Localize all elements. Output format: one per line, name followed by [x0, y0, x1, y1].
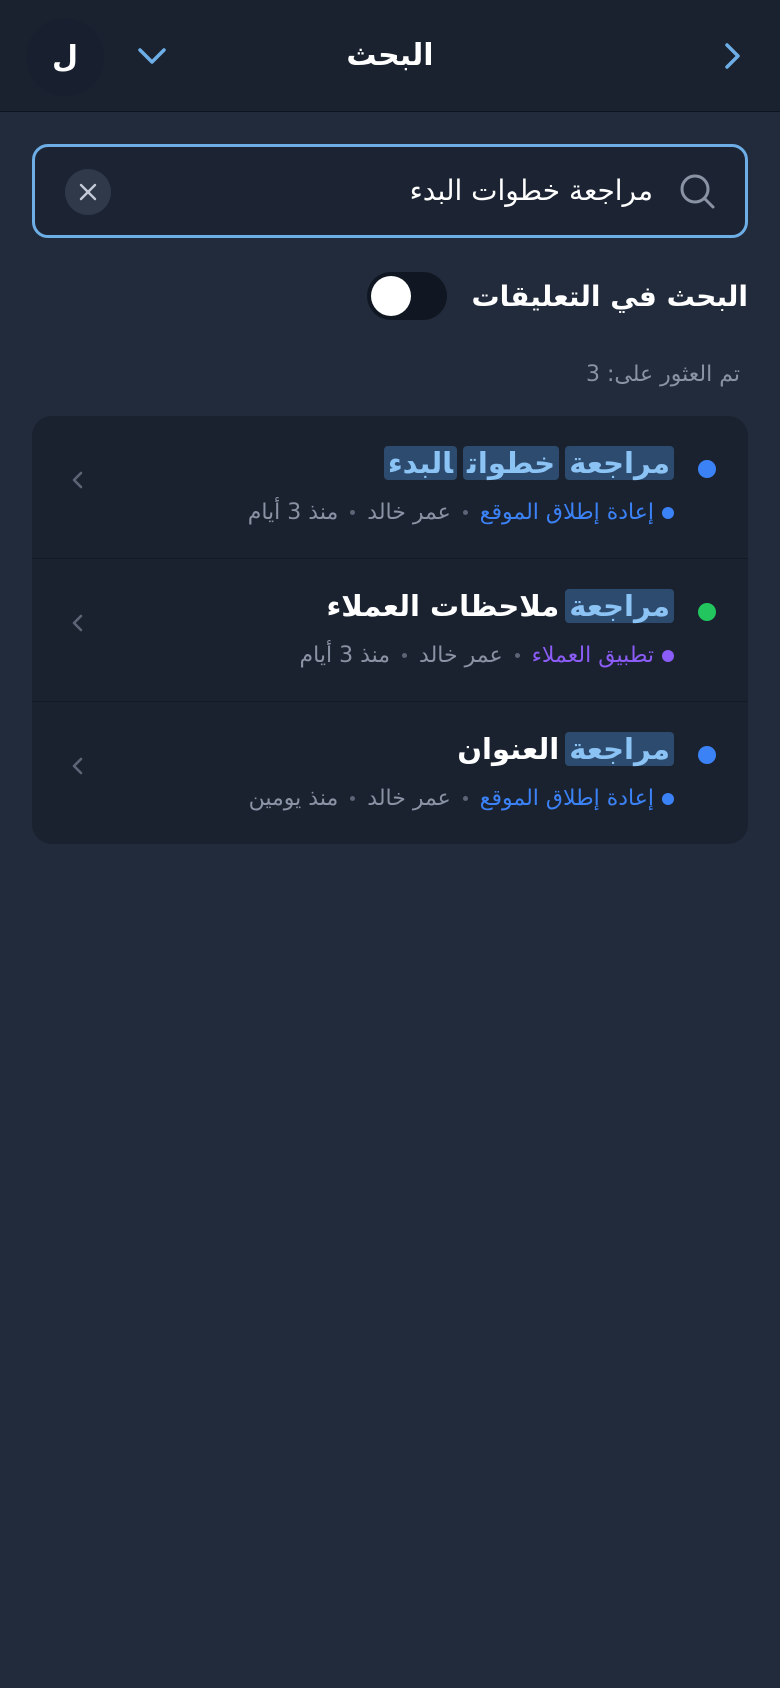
result-meta: إعادة إطلاق الموقع عمر خالد منذ يومين [249, 786, 674, 811]
result-meta: تطبيق العملاء عمر خالد منذ 3 أيام [300, 643, 674, 668]
meta-separator [350, 796, 356, 801]
back-button[interactable] [710, 34, 754, 78]
search-comments-row: البحث في التعليقات [367, 272, 748, 320]
status-dot [698, 603, 716, 621]
avatar[interactable]: ل [26, 18, 104, 96]
meta-separator [462, 510, 468, 515]
chevron-left-icon [72, 614, 83, 632]
workspace-dropdown-button[interactable] [130, 34, 174, 78]
project-color-dot [662, 506, 674, 519]
timestamp: منذ يومين [248, 786, 339, 811]
author-name: عمر خالد [367, 500, 451, 525]
result-item[interactable]: مراجعةملاحظات العملاء تطبيق العملاء عمر … [32, 559, 748, 702]
result-item[interactable]: مراجعةخطواتالبدء إعادة إطلاق الموقع عمر … [32, 416, 748, 559]
highlighted-match: مراجعة [565, 446, 674, 480]
project-color-dot [662, 792, 674, 805]
timestamp: منذ 3 أيام [299, 643, 391, 668]
project-color-dot [662, 649, 674, 662]
search-input[interactable]: مراجعة خطوات البدء [410, 147, 653, 235]
timestamp: منذ 3 أيام [247, 500, 339, 525]
result-item[interactable]: مراجعةالعنوان إعادة إطلاق الموقع عمر خال… [32, 702, 748, 844]
chevron-right-icon [725, 43, 740, 69]
status-dot [698, 746, 716, 764]
project-tag: إعادة إطلاق الموقع [480, 786, 674, 811]
highlighted-match: مراجعة [565, 732, 674, 766]
title-text: ملاحظات العملاء [326, 589, 560, 623]
project-name: تطبيق العملاء [531, 643, 654, 668]
meta-separator [402, 653, 408, 658]
highlighted-match: مراجعة [565, 589, 674, 623]
chevron-left-icon [72, 757, 83, 775]
status-dot [698, 460, 716, 478]
page-title: البحث [346, 38, 434, 73]
result-title: مراجعةالعنوان [457, 732, 674, 766]
search-comments-label: البحث في التعليقات [471, 279, 748, 313]
top-bar: البحث ل [0, 0, 780, 112]
clear-search-button[interactable] [65, 169, 111, 215]
project-name: إعادة إطلاق الموقع [479, 786, 654, 811]
project-tag: إعادة إطلاق الموقع [480, 500, 674, 525]
project-tag: تطبيق العملاء [532, 643, 674, 668]
result-title: مراجعةخطواتالبدء [378, 446, 674, 480]
meta-separator [514, 653, 520, 658]
search-icon [680, 174, 715, 209]
search-field[interactable]: مراجعة خطوات البدء [32, 144, 748, 238]
results-count: تم العثور على: 3 [586, 362, 740, 387]
author-name: عمر خالد [419, 643, 503, 668]
meta-separator [350, 510, 356, 515]
author-name: عمر خالد [367, 786, 451, 811]
chevron-left-icon [72, 471, 83, 489]
result-title: مراجعةملاحظات العملاء [326, 589, 674, 623]
highlighted-match: خطوات [463, 446, 560, 480]
result-meta: إعادة إطلاق الموقع عمر خالد منذ 3 أيام [248, 500, 674, 525]
meta-separator [462, 796, 468, 801]
project-name: إعادة إطلاق الموقع [479, 500, 654, 525]
title-text: العنوان [457, 732, 560, 766]
highlighted-match: البدء [383, 446, 458, 480]
chevron-down-icon [138, 48, 166, 64]
toggle-knob [371, 276, 412, 316]
close-icon [79, 183, 97, 201]
results-list: مراجعةخطواتالبدء إعادة إطلاق الموقع عمر … [32, 416, 748, 844]
search-comments-toggle[interactable] [367, 272, 448, 320]
